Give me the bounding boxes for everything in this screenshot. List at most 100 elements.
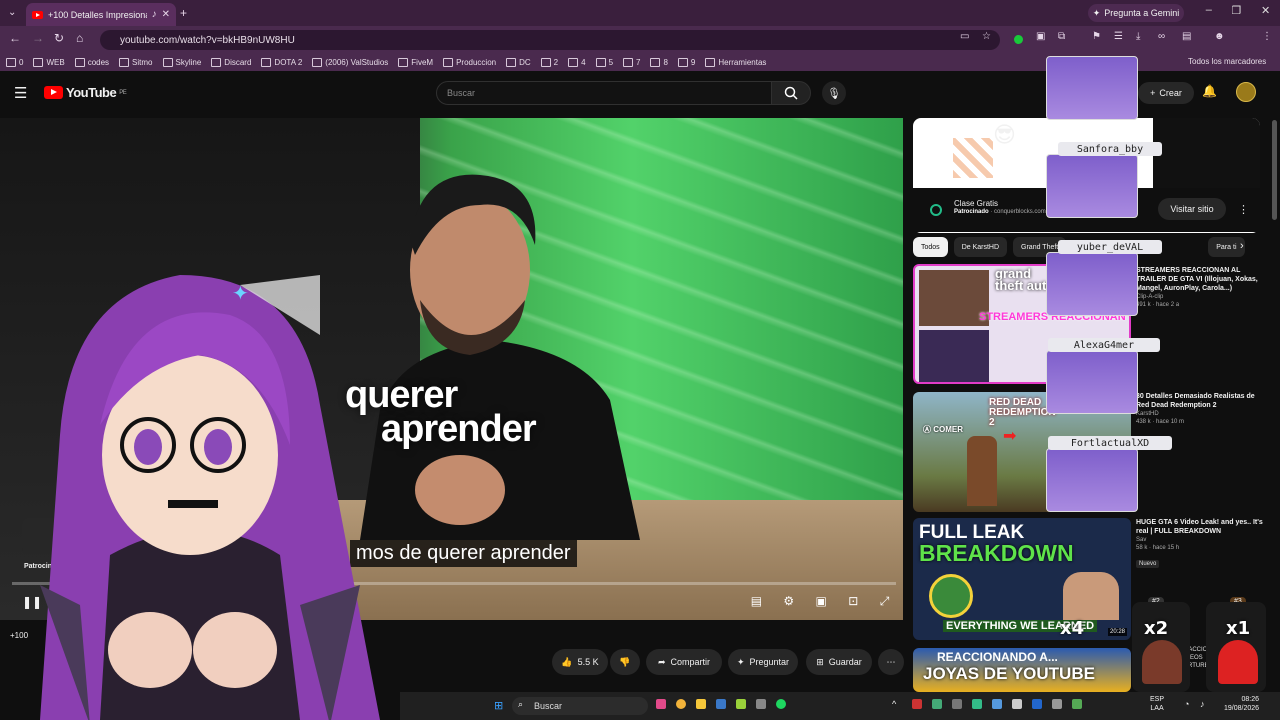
new-tab-icon[interactable]: +: [180, 6, 187, 20]
miniplayer-icon[interactable]: ▣: [816, 594, 827, 614]
back-icon[interactable]: ←: [9, 31, 21, 45]
taskbar-clock[interactable]: 08:26 19/08/2026: [1224, 695, 1259, 713]
steam-icon[interactable]: [716, 699, 726, 709]
address-bar[interactable]: youtube.com/watch?v=bkHB9nUW8HU: [100, 30, 1000, 50]
link-icon[interactable]: ∞: [1158, 31, 1165, 42]
taskbar-app-icon[interactable]: [736, 699, 746, 709]
ad-subtitle: Patrocinado · conquerblocks.com: [954, 209, 1046, 215]
tray-icon[interactable]: [912, 699, 922, 709]
recommended-info[interactable]: STREAMERS REACCIONAN AL TRAILER DE GTA V…: [1136, 266, 1266, 309]
bookmark-item[interactable]: 7: [623, 58, 640, 67]
browser-tab-active[interactable]: +100 Detalles Impresionantes ♪ ✕: [26, 3, 176, 26]
volume-icon[interactable]: ♪: [1200, 699, 1205, 709]
recommended-thumbnail[interactable]: FULL LEAK BREAKDOWN EVERYTHING WE LEARNE…: [913, 518, 1131, 640]
tray-icon[interactable]: [932, 699, 942, 709]
more-menu-icon[interactable]: ⋮: [1262, 31, 1272, 42]
bookmark-item[interactable]: 9: [678, 58, 695, 67]
language-indicator[interactable]: ESP LAA: [1150, 695, 1164, 713]
chip-karsthd[interactable]: De KarstHD: [953, 237, 1008, 257]
dislike-button[interactable]: 👎: [610, 649, 640, 675]
tray-icon[interactable]: [1052, 699, 1062, 709]
sidepanel-icon[interactable]: ▤: [1182, 31, 1191, 42]
tray-icon[interactable]: [992, 699, 1002, 709]
all-bookmarks-folder[interactable]: Todos los marcadores: [1184, 57, 1267, 66]
extension-green-icon[interactable]: [1014, 35, 1023, 44]
toolbar-icon-b[interactable]: ☰: [1114, 31, 1123, 42]
bookmark-item[interactable]: Skyline: [163, 58, 202, 67]
recommended-thumbnail[interactable]: REACCIONANDO A... JOYAS DE YOUTUBE: [913, 648, 1131, 692]
search-input[interactable]: Buscar: [436, 81, 772, 105]
bookmark-star-icon[interactable]: ☆: [982, 31, 991, 42]
bookmark-item[interactable]: Discard: [211, 58, 251, 67]
ask-button[interactable]: ✦ Preguntar: [728, 649, 798, 675]
bookmark-item[interactable]: Produccion: [443, 58, 496, 67]
save-button[interactable]: ⊞ Guardar: [806, 649, 872, 675]
minimize-icon[interactable]: –: [1206, 4, 1212, 22]
create-button[interactable]: + Crear: [1138, 82, 1194, 104]
extension-icon[interactable]: ▣: [1036, 31, 1045, 42]
bookmark-item[interactable]: 2: [541, 58, 558, 67]
chrome-icon[interactable]: [676, 699, 686, 709]
ad-title: Clase Gratis: [954, 199, 999, 208]
forward-icon[interactable]: →: [32, 31, 44, 45]
gemini-button[interactable]: ✦ Pregunta a Gemini: [1088, 4, 1184, 22]
cast-video-icon[interactable]: ⊡: [848, 594, 858, 614]
recommended-info[interactable]: 30 Detalles Demasiado Realistas de Red D…: [1136, 392, 1266, 426]
settings-gear-icon[interactable]: ⚙: [783, 594, 794, 614]
download-icon[interactable]: ⤓: [1136, 31, 1140, 42]
spotify-icon[interactable]: [776, 699, 786, 709]
notifications-bell-icon[interactable]: 🔔: [1202, 84, 1217, 98]
home-icon[interactable]: ⌂: [76, 31, 83, 45]
cast-icon[interactable]: ▭: [960, 31, 969, 42]
taskbar-app-icon[interactable]: [656, 699, 666, 709]
taskbar-search[interactable]: Buscar: [512, 697, 648, 715]
more-actions-button[interactable]: ⋯: [878, 649, 904, 675]
profile-icon[interactable]: ☻: [1214, 31, 1225, 42]
reload-icon[interactable]: ↻: [54, 31, 64, 45]
tray-icon[interactable]: [952, 699, 962, 709]
subtitles-icon[interactable]: ▤: [751, 594, 762, 614]
chips-next-icon[interactable]: ›: [1240, 240, 1244, 252]
close-window-icon[interactable]: ✕: [1261, 4, 1270, 22]
youtube-logo[interactable]: YouTube PE: [44, 85, 127, 100]
bookmark-item[interactable]: 0: [6, 58, 23, 67]
search-button[interactable]: [771, 81, 811, 105]
wifi-icon[interactable]: ◔: [1184, 699, 1189, 709]
maximize-icon[interactable]: ❐: [1232, 4, 1242, 22]
file-explorer-icon[interactable]: [696, 699, 706, 709]
tray-icon[interactable]: [1012, 699, 1022, 709]
fullscreen-icon[interactable]: ⤢: [880, 594, 890, 614]
bookmark-item[interactable]: codes: [75, 58, 109, 67]
bookmark-item[interactable]: Herramientas: [705, 58, 766, 67]
bookmark-item[interactable]: FiveM: [398, 58, 433, 67]
ad-more-icon[interactable]: ⋮: [1238, 203, 1249, 216]
bookmark-item[interactable]: (2006) ValStudios: [312, 58, 388, 67]
bookmark-item[interactable]: DOTA 2: [261, 58, 302, 67]
bookmark-item[interactable]: DC: [506, 58, 531, 67]
bookmark-item[interactable]: 5: [596, 58, 613, 67]
account-avatar[interactable]: [1236, 82, 1256, 102]
tab-list-icon[interactable]: ⌄: [8, 7, 16, 18]
bookmark-item[interactable]: 8: [650, 58, 667, 67]
tray-icon[interactable]: [972, 699, 982, 709]
voice-search-button[interactable]: 🎙: [822, 81, 846, 105]
hamburger-menu-icon[interactable]: ☰: [14, 84, 27, 102]
tray-icon[interactable]: [1032, 699, 1042, 709]
bookmark-item[interactable]: WEB: [33, 58, 64, 67]
taskbar-app-icon[interactable]: [756, 699, 766, 709]
close-tab-icon[interactable]: ✕: [162, 9, 170, 20]
tray-icon[interactable]: [1072, 699, 1082, 709]
recommended-info[interactable]: HUGE GTA 6 Video Leak! and yes.. It's re…: [1136, 518, 1266, 570]
toolbar-icon-a[interactable]: ⚑: [1092, 31, 1101, 42]
chip-all[interactable]: Todos: [913, 237, 948, 257]
puzzle-icon[interactable]: ⧉: [1058, 31, 1065, 42]
windows-start-icon[interactable]: ⊞: [494, 699, 503, 712]
speaker-icon[interactable]: ♪: [152, 9, 157, 20]
bookmark-item[interactable]: Sitmo: [119, 58, 152, 67]
page-scrollbar[interactable]: [1272, 120, 1277, 220]
share-button[interactable]: ➦ Compartir: [646, 649, 722, 675]
bookmark-item[interactable]: 4: [568, 58, 585, 67]
tray-chevron-icon[interactable]: ^: [892, 699, 896, 709]
like-button[interactable]: 👍 5.5 K: [552, 649, 608, 675]
visit-site-button[interactable]: Visitar sitio: [1158, 198, 1226, 220]
